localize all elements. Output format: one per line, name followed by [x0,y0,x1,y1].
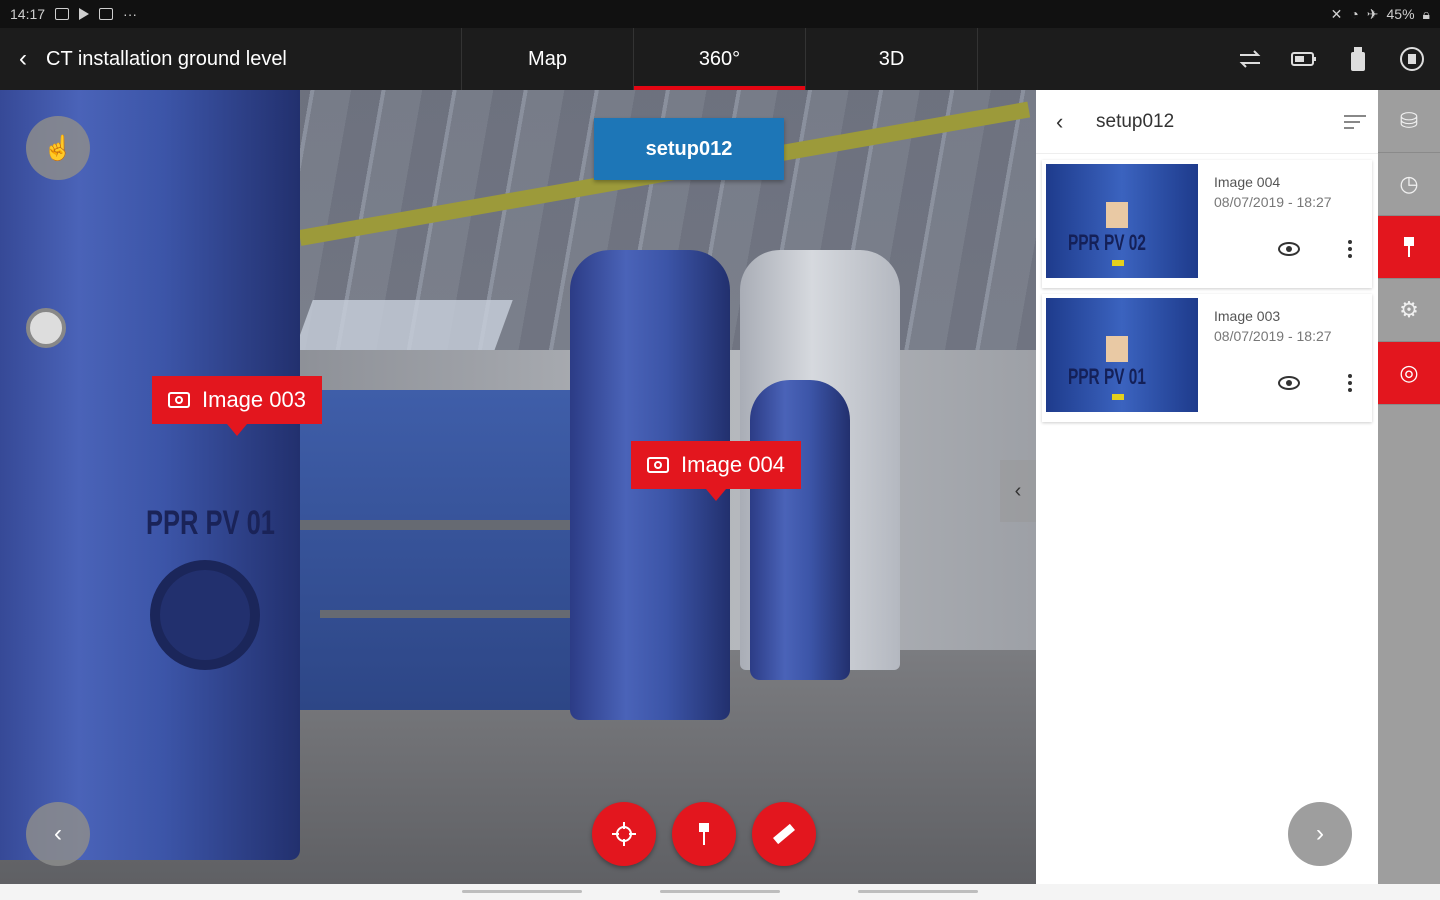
tank-flange [150,560,260,670]
eye-icon[interactable] [1278,376,1300,390]
pin-icon [699,823,709,845]
image-pin-003[interactable]: Image 003 [152,376,322,424]
pin-icon [1404,237,1414,257]
chevron-left-icon: ‹ [19,45,27,72]
rail-item-settings[interactable]: ⚙ [1378,279,1440,342]
tank-label: PPR PV 01 [146,504,275,542]
clock-icon: ◷ [1399,171,1419,196]
device-icon[interactable] [1344,45,1372,73]
image-date: 08/07/2019 - 18:27 [1214,194,1332,210]
tool-rail: ⛁ ◷ ⚙ ◎ [1378,90,1440,884]
sort-icon[interactable] [1344,111,1366,133]
swap-arrows-icon[interactable] [1236,45,1264,73]
blue-tank-left [0,90,300,860]
app-bar: ‹ CT installation ground level Map 360° … [0,28,1440,90]
pipe [300,520,580,530]
collapse-panel-button[interactable]: ‹ [1000,460,1036,522]
add-pin-button[interactable] [672,802,736,866]
more-vert-icon[interactable] [1348,374,1352,395]
gear-icon: ⚙ [1399,297,1419,322]
page-title: CT installation ground level [46,28,462,90]
thumb-text: PPR PV 02 [1068,230,1146,255]
image-list-panel: ‹ setup012 PPR PV 02 Image 004 08/07/201… [1036,90,1378,884]
panel-back-button[interactable]: ‹ [1056,109,1096,135]
image-card-004[interactable]: PPR PV 02 Image 004 08/07/2019 - 18:27 [1042,160,1372,288]
clock-text: 14:17 [10,6,46,22]
rail-item-history[interactable]: ◷ [1378,153,1440,216]
battery-percent: 45% [1386,6,1415,22]
image-name: Image 004 [1214,174,1281,190]
back-button[interactable]: ‹ [0,28,46,90]
pin-label: Image 004 [681,452,785,477]
chevron-left-icon: ‹ [54,820,62,847]
rail-item-target[interactable]: ◎ [1378,342,1440,405]
thumb-tag [1112,260,1124,266]
layers-icon: ⛁ [1399,108,1419,133]
pressure-gauge [26,308,66,348]
blue-tank-right [750,380,850,680]
wifi-icon: ◔ [1350,6,1359,22]
viewer-mode-button[interactable]: ☝ [26,116,90,180]
thumb-sign [1106,336,1128,362]
rail-item-layers[interactable]: ⛁ [1378,90,1440,153]
thumb-text: PPR PV 01 [1068,364,1146,389]
camera-icon [647,457,669,473]
ruler-icon [773,823,795,845]
battery-icon[interactable] [1290,45,1318,73]
panorama-viewer[interactable]: PPR PV 01 setup012 ☝ Image 003 Image 004… [0,90,1036,884]
chevron-right-icon: › [1316,820,1324,847]
status-bar: 14:17 ··· ✕ ◔ ✈ 45% 🔒︎ [0,0,1440,28]
panel-header: ‹ setup012 [1036,90,1378,154]
eye-icon[interactable] [1278,242,1300,256]
setup-label[interactable]: setup012 [594,118,784,180]
tab-360[interactable]: 360° [634,28,806,90]
thumb-tag [1112,394,1124,400]
mute-icon: ✕ [1330,5,1343,22]
notification-icon [55,8,70,20]
system-nav-bar [0,884,1440,900]
target-icon: ◎ [1399,360,1419,385]
thumb-sign [1106,202,1128,228]
target-button[interactable] [592,802,656,866]
chevron-left-icon: ‹ [1014,479,1022,502]
tab-3d[interactable]: 3D [806,28,978,90]
image-name: Image 003 [1214,308,1281,324]
touch-icon: ☝ [43,134,73,162]
nav-handle [858,890,978,893]
camera-icon [168,392,190,408]
rail-item-pins[interactable] [1378,216,1440,279]
image-date: 08/07/2019 - 18:27 [1214,328,1332,344]
blue-machinery [290,390,590,710]
image-card-003[interactable]: PPR PV 01 Image 003 08/07/2019 - 18:27 [1042,294,1372,422]
airplane-icon: ✈ [1366,5,1379,22]
target-icon [612,822,636,846]
gallery-icon [99,8,114,20]
tab-map[interactable]: Map [462,28,634,90]
more-notifications: ··· [123,6,138,22]
play-store-icon [79,8,90,20]
pipe [320,610,580,618]
next-button[interactable]: › [1288,802,1352,866]
previous-button[interactable]: ‹ [26,802,90,866]
nav-handle [660,890,780,893]
pin-label: Image 003 [202,387,306,412]
info-icon[interactable] [1398,45,1426,73]
more-vert-icon[interactable] [1348,240,1352,261]
image-pin-004[interactable]: Image 004 [631,441,801,489]
image-thumbnail: PPR PV 01 [1046,298,1198,412]
measure-button[interactable] [752,802,816,866]
nav-handle [462,890,582,893]
image-thumbnail: PPR PV 02 [1046,164,1198,278]
panel-title: setup012 [1096,110,1175,132]
lock-icon: 🔒︎ [1422,5,1430,22]
